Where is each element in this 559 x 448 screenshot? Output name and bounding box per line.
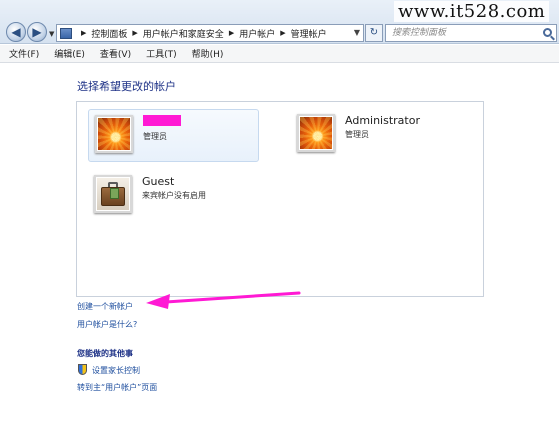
annotation-arrow: [146, 291, 301, 309]
